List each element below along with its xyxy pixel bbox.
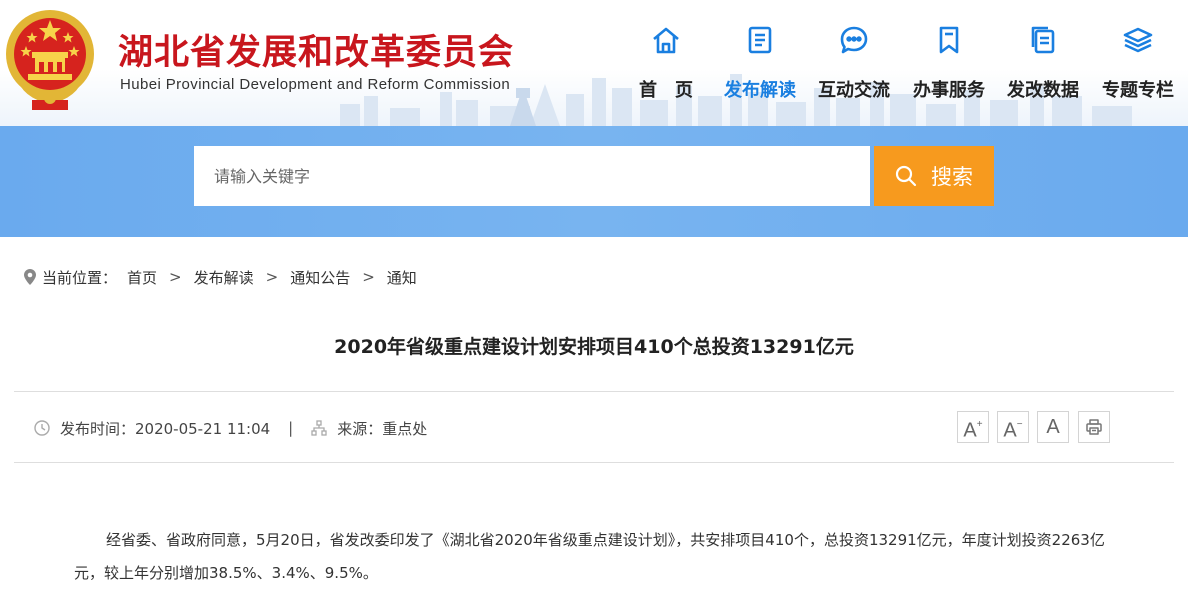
document-icon	[748, 26, 772, 54]
font-normal-label: A	[1046, 416, 1060, 438]
national-emblem-logo	[6, 10, 94, 110]
search-button-label: 搜索	[931, 165, 973, 189]
breadcrumb: 当前位置： 首页 > 发布解读 > 通知公告 > 通知	[24, 266, 417, 288]
copy-docs-icon	[1031, 26, 1055, 54]
nav-label: 专题专栏	[1102, 80, 1174, 101]
nav-label: 首 页	[639, 80, 693, 101]
print-button[interactable]	[1078, 411, 1110, 443]
layers-icon	[1123, 27, 1153, 53]
article-source: 来源：重点处	[337, 419, 428, 438]
site-title: 湖北省发展和改革委员会	[118, 33, 515, 73]
nav-item-services[interactable]: 办事服务	[903, 20, 995, 110]
breadcrumb-separator: >	[362, 268, 375, 286]
printer-icon	[1086, 419, 1102, 435]
plus-sign: +	[976, 419, 983, 430]
nav-item-release[interactable]: 发布解读	[714, 20, 806, 110]
font-smaller-button[interactable]: A−	[997, 411, 1029, 443]
search-input[interactable]	[194, 146, 870, 206]
divider-line	[14, 462, 1174, 463]
breadcrumb-link-announcements[interactable]: 通知公告	[290, 267, 350, 288]
nav-item-interaction[interactable]: 互动交流	[808, 20, 900, 110]
font-larger-label: A	[963, 419, 977, 442]
nav-item-data[interactable]: 发改数据	[997, 20, 1089, 110]
search-button[interactable]: 搜索	[874, 146, 994, 206]
nav-label: 互动交流	[818, 80, 890, 101]
nav-item-home[interactable]: 首 页	[620, 20, 712, 110]
home-icon	[653, 27, 679, 54]
breadcrumb-link-release[interactable]: 发布解读	[194, 267, 254, 288]
sitemap-icon	[311, 420, 327, 436]
breadcrumb-link-home[interactable]: 首页	[127, 267, 157, 288]
nav-item-special[interactable]: 专题专栏	[1092, 20, 1184, 110]
site-subtitle: Hubei Provincial Development and Reform …	[120, 76, 511, 93]
font-normal-button[interactable]: A	[1037, 411, 1069, 443]
font-smaller-label: A	[1003, 419, 1017, 442]
divider-line	[14, 391, 1174, 392]
nav-label: 发改数据	[1007, 80, 1079, 101]
minus-sign: −	[1016, 419, 1023, 430]
publish-time: 发布时间：2020-05-21 11:04	[60, 419, 271, 438]
nav-label: 办事服务	[913, 80, 985, 101]
breadcrumb-prefix: 当前位置：	[42, 268, 118, 287]
bookmark-icon	[939, 26, 959, 54]
article-meta: 发布时间：2020-05-21 11:04 | 来源：重点处	[34, 417, 427, 439]
site-header: 湖北省发展和改革委员会 Hubei Provincial Development…	[0, 0, 1188, 126]
search-banner: 搜索	[0, 126, 1188, 237]
nav-label: 发布解读	[724, 80, 796, 101]
font-larger-button[interactable]: A+	[957, 411, 989, 443]
clock-icon	[34, 420, 50, 436]
meta-divider: |	[288, 419, 294, 437]
location-pin-icon	[24, 269, 36, 285]
chat-bubble-icon	[840, 26, 868, 54]
breadcrumb-separator: >	[265, 268, 279, 286]
breadcrumb-link-notice[interactable]: 通知	[387, 267, 417, 288]
article-title: 2020年省级重点建设计划安排项目410个总投资13291亿元	[334, 336, 854, 358]
article-paragraph: 经省委、省政府同意，5月20日，省发改委印发了《湖北省2020年省级重点建设计划…	[74, 531, 1105, 582]
search-icon	[895, 165, 917, 187]
breadcrumb-separator: >	[169, 268, 182, 286]
